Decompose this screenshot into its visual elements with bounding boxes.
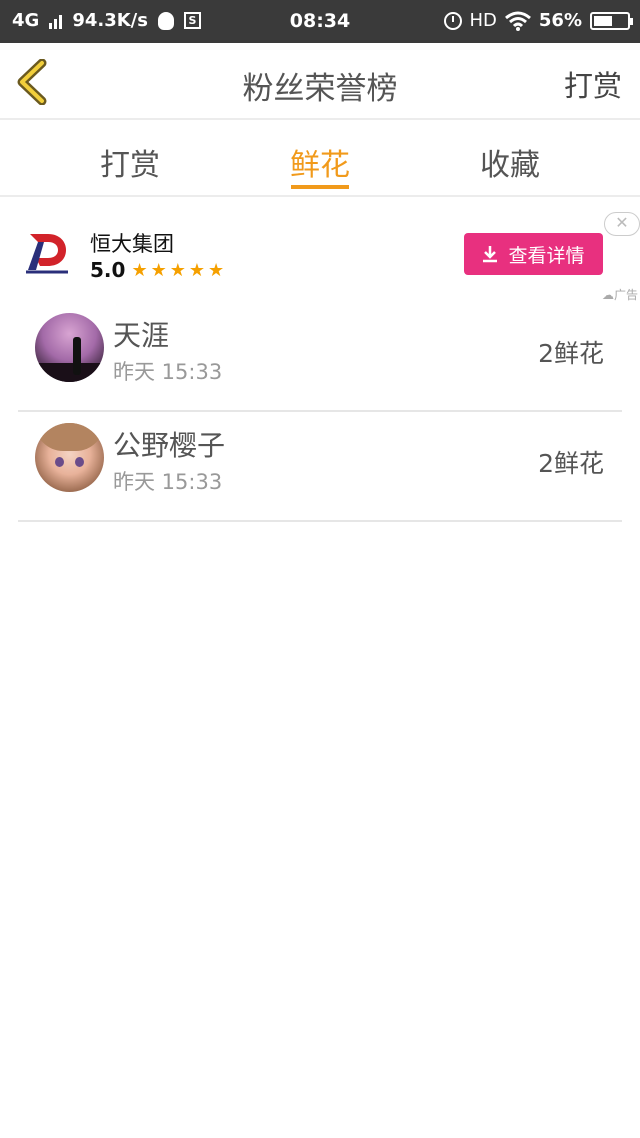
tab-reward[interactable]: 打赏 — [70, 140, 190, 184]
user-time: 昨天 15:33 — [113, 360, 223, 384]
view-details-label: 查看详情 — [508, 244, 585, 267]
flower-count: 2鲜花 — [538, 449, 604, 478]
close-icon[interactable]: ✕ — [604, 212, 640, 236]
ad-tag-label: 广告 — [613, 288, 638, 302]
tab-favorites[interactable]: 收藏 — [450, 140, 570, 184]
wifi-icon — [504, 11, 531, 31]
page-title: 粉丝荣誉榜 — [242, 71, 398, 107]
ad-title: 恒大集团 — [90, 232, 174, 256]
view-details-button[interactable]: 查看详情 — [464, 233, 603, 275]
hd-indicator: HD — [469, 10, 497, 31]
ad-score: 5.0 — [90, 258, 126, 282]
user-name: 公野樱子 — [113, 429, 226, 462]
battery-icon — [590, 11, 633, 30]
title-bar: 粉丝荣誉榜 打赏 — [0, 43, 640, 120]
ad-tag: ☁广告 — [601, 288, 638, 302]
evergrande-logo-icon — [26, 234, 68, 274]
reward-button[interactable]: 打赏 — [564, 63, 622, 105]
active-tab-indicator — [291, 185, 349, 189]
status-right: HD 56% — [443, 10, 633, 31]
tab-flowers[interactable]: 鲜花 — [260, 140, 380, 184]
ad-banner[interactable]: 恒大集团 5.0 ★★★★★ 查看详情 ✕ ☁广告 — [0, 198, 640, 302]
alarm-icon — [443, 11, 462, 30]
download-icon — [483, 246, 498, 263]
status-bar: 4G 94.3K/s S 08:34 HD 56% — [0, 0, 640, 43]
avatar[interactable] — [35, 313, 104, 382]
user-name: 天涯 — [113, 319, 170, 352]
avatar[interactable] — [35, 423, 104, 492]
fan-list: 天涯 昨天 15:33 2鲜花 公野樱子 昨天 15:33 2鲜花 — [18, 302, 622, 522]
battery-percent: 56% — [538, 10, 582, 31]
list-item[interactable]: 公野樱子 昨天 15:33 2鲜花 — [18, 412, 622, 522]
user-time: 昨天 15:33 — [113, 470, 223, 494]
star-rating-icon: ★★★★★ — [131, 259, 228, 281]
ad-rating: 5.0 ★★★★★ — [90, 258, 227, 282]
flower-count: 2鲜花 — [538, 339, 604, 368]
tab-bar: 打赏 鲜花 收藏 — [0, 120, 640, 197]
list-item[interactable]: 天涯 昨天 15:33 2鲜花 — [18, 302, 622, 412]
battery-level — [594, 15, 612, 26]
